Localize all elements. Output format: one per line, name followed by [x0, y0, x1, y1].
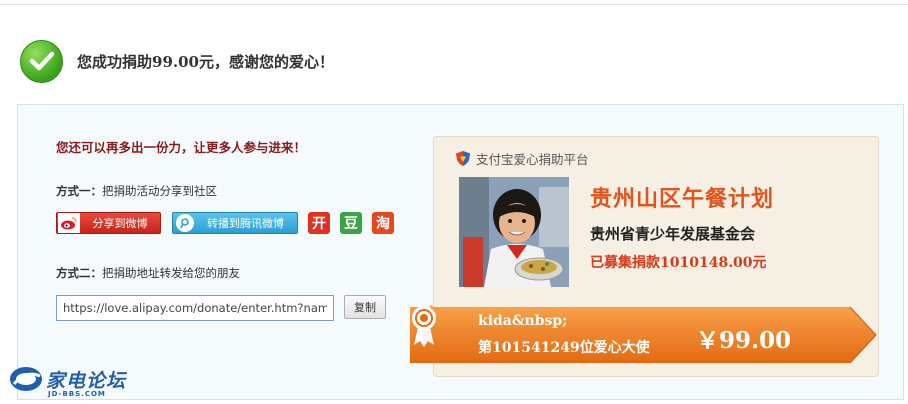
project-photo: [459, 177, 569, 287]
share-to-weibo-button[interactable]: 分享到微博: [56, 212, 161, 234]
platform-name: 支付宝爱心捐助平台: [476, 152, 589, 167]
project-title: 贵州山区午餐计划: [590, 186, 775, 212]
tencent-button-label: 转播到腾讯微博: [207, 217, 284, 230]
watermark-name: 家电论坛: [46, 370, 127, 392]
success-message: 您成功捐助99.00元，感谢您的爱心！: [77, 52, 334, 71]
kaixin-share-icon[interactable]: 开: [308, 212, 330, 234]
top-divider: [0, 4, 908, 5]
donation-amount: ￥99.00: [696, 327, 792, 354]
shield-icon: [456, 151, 470, 166]
douban-share-icon[interactable]: 豆: [340, 212, 362, 234]
watermark-domain: JD-BBS.COM: [48, 390, 106, 398]
site-watermark-logo: 家电论坛 JD-BBS.COM: [8, 364, 128, 402]
medal-icon: [412, 306, 436, 347]
donor-ribbon: kida&nbsp; 第101541249位爱心大使 ￥99.00: [410, 305, 878, 364]
donor-rank: 第101541249位爱心大使: [478, 340, 650, 356]
donor-username: kida&nbsp;: [478, 313, 568, 329]
check-circle-icon: [20, 39, 63, 83]
copy-button[interactable]: 复制: [344, 295, 386, 319]
way-two-text: 把捐助地址转发给您的朋友: [102, 266, 240, 280]
tencent-weibo-icon: [176, 214, 194, 232]
raised-amount: 已募集捐款1010148.00元: [590, 255, 767, 271]
organization-name: 贵州省青少年发展基金会: [590, 225, 756, 243]
weibo-button-label: 分享到微博: [92, 217, 148, 230]
way-two: 方式二：把捐助地址转发给您的朋友: [56, 265, 240, 281]
way-one: 方式一：把捐助活动分享到社区: [56, 183, 217, 199]
way-one-text: 把捐助活动分享到社区: [102, 184, 217, 198]
taobao-share-icon[interactable]: 淘: [372, 212, 394, 234]
invite-heading: 您还可以再多出一份力，让更多人参与进来！: [56, 140, 307, 155]
success-banner: 您成功捐助99.00元，感谢您的爱心！: [20, 39, 334, 83]
platform-header: 支付宝爱心捐助平台: [456, 149, 589, 168]
way-two-label: 方式二：: [56, 266, 102, 280]
weibo-icon: [58, 213, 80, 233]
donation-url-field[interactable]: [56, 295, 334, 321]
way-one-label: 方式一：: [56, 184, 102, 198]
share-to-tencent-weibo-button[interactable]: 转播到腾讯微博: [172, 212, 298, 234]
